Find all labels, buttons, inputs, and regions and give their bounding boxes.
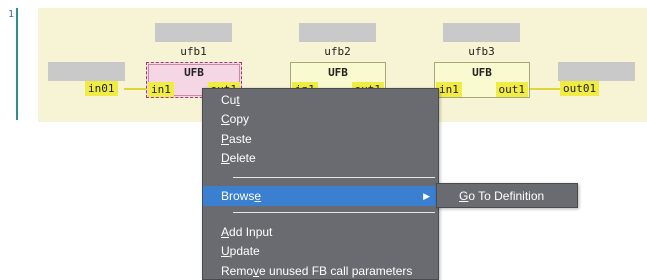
menu-item-browse-label: Browse [221,189,262,203]
rung-marker [16,8,18,120]
menu-item-update[interactable]: Update [203,241,438,261]
fb3-comment-placeholder [443,23,520,42]
fb1-comment-placeholder [155,23,232,42]
menu-item-browse[interactable]: Browse ▶ [203,186,438,206]
menu-separator [233,177,435,178]
menu-item-remove-unused-params[interactable]: Remove unused FB call parameters [203,261,438,280]
input-comment-placeholder [48,62,125,81]
fb-instance-name[interactable]: ufb1 [155,45,232,58]
menu-item-delete[interactable]: Delete [203,148,438,168]
fb-output-port[interactable]: out1 [495,82,528,97]
output-comment-placeholder [558,62,635,81]
fb-type-label: UFB [184,66,204,79]
fb-instance-name[interactable]: ufb3 [443,45,520,58]
browse-submenu: Go To Definition [436,183,578,208]
fb-type-label: UFB [328,66,348,79]
fb-instance-name[interactable]: ufb2 [299,45,376,58]
menu-item-cut[interactable]: Cut [203,90,438,110]
fb-input-port[interactable]: in1 [148,82,174,97]
context-menu: Cut Copy Paste Delete Browse ▶ Add Input… [202,88,439,280]
wire-in01-ufb1 [124,88,146,90]
fb-type-label: UFB [472,66,492,79]
fb2-comment-placeholder [299,23,376,42]
fb-input-port[interactable]: in1 [436,82,462,97]
menu-item-paste[interactable]: Paste [203,129,438,149]
menu-separator [233,212,435,213]
menu-item-add-input[interactable]: Add Input [203,222,438,242]
function-block-ufb3[interactable]: UFB in1 out1 [434,62,530,98]
menu-item-go-to-definition[interactable]: Go To Definition [437,186,577,206]
menu-item-copy[interactable]: Copy [203,109,438,129]
submenu-arrow-icon: ▶ [423,191,430,201]
input-variable[interactable]: in01 [85,81,118,96]
output-variable[interactable]: out01 [560,81,600,96]
wire-ufb3-out01 [530,88,560,90]
line-number: 1 [8,9,15,20]
